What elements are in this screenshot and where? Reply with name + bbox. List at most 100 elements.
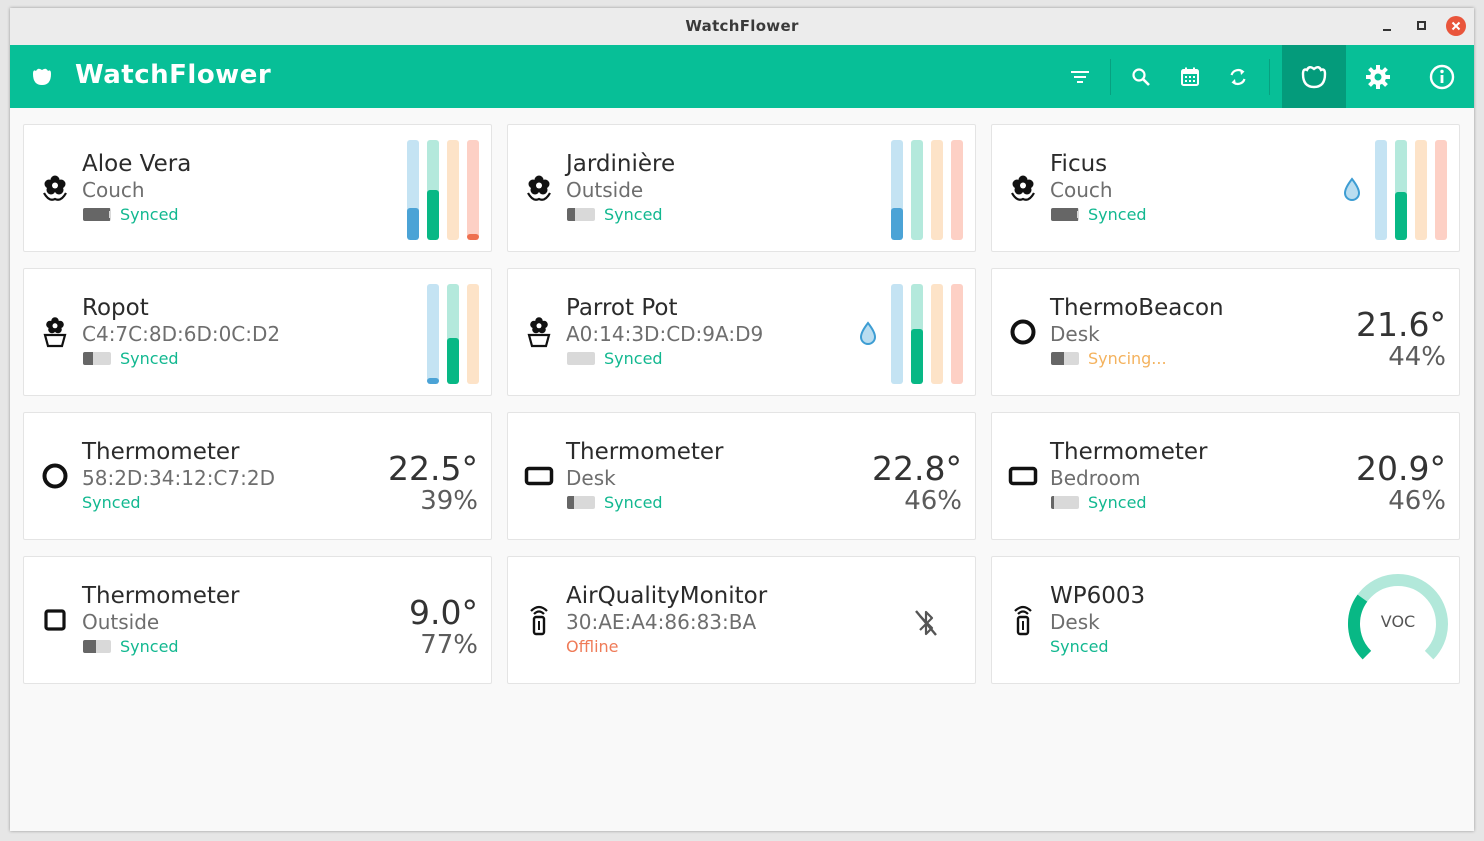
light-bar (951, 140, 963, 240)
device-name: Jardinière (566, 151, 676, 177)
temperature-bar (931, 140, 943, 240)
close-button[interactable] (1446, 16, 1466, 36)
sync-status: Synced (120, 349, 179, 368)
calendar-icon (1181, 67, 1199, 86)
sync-status: Synced (604, 493, 663, 512)
gauge-label: VOC (1380, 612, 1416, 631)
settings-button[interactable] (1354, 45, 1402, 108)
water-bar (407, 140, 419, 240)
device-name: Ropot (82, 295, 149, 321)
device-name: Aloe Vera (82, 151, 192, 177)
minimize-button[interactable] (1378, 16, 1398, 36)
maximize-icon (1417, 21, 1426, 30)
sync-status: Syncing... (1088, 349, 1167, 368)
humidity-value: 46% (904, 486, 962, 516)
device-name: Thermometer (1050, 439, 1208, 465)
search-icon (1132, 67, 1150, 86)
device-name: Thermometer (82, 583, 240, 609)
fertility-bar (427, 140, 439, 240)
sync-icon (1230, 68, 1246, 85)
device-card[interactable]: ThermoBeacon Desk Syncing... 21.6° 44% (991, 268, 1460, 396)
rect-thermometer-icon (1008, 461, 1038, 491)
device-name: ThermoBeacon (1050, 295, 1224, 321)
device-location: Outside (82, 610, 160, 634)
sync-button[interactable] (1214, 45, 1262, 108)
flower-icon (524, 173, 554, 203)
device-location: C4:7C:8D:6D:0C:D2 (82, 322, 281, 346)
sync-status: Synced (1088, 493, 1147, 512)
maximize-button[interactable] (1412, 16, 1432, 36)
device-name: Thermometer (566, 439, 724, 465)
device-location: Desk (1050, 610, 1100, 634)
sync-status: Synced (604, 205, 663, 224)
temperature-value: 21.6° (1356, 305, 1446, 344)
device-card[interactable]: AirQualityMonitor 30:AE:A4:86:83:BA Offlin… (507, 556, 976, 684)
sensor-bars (1375, 140, 1447, 240)
flower-pot-icon (524, 317, 554, 348)
sync-status: Synced (1088, 205, 1147, 224)
device-location: Couch (82, 178, 145, 202)
humidity-value: 77% (420, 630, 478, 660)
air-monitor-icon (1008, 605, 1038, 636)
device-card[interactable]: Aloe Vera Couch Synced (23, 124, 492, 252)
device-card[interactable]: Jardinière Outside Synced (507, 124, 976, 252)
app-window: WatchFlower WatchFlower Aloe Vera Couch … (10, 8, 1474, 831)
ring-icon (40, 461, 70, 491)
sync-status: Synced (1050, 637, 1109, 656)
water-bar (427, 284, 439, 384)
gear-icon (1366, 64, 1390, 89)
search-button[interactable] (1117, 45, 1165, 108)
device-card[interactable]: Thermometer Bedroom Synced 20.9° 46% (991, 412, 1460, 540)
close-icon (1451, 21, 1461, 31)
plants-icon (1301, 65, 1327, 88)
sensor-bars (891, 284, 963, 384)
sync-status: Synced (120, 637, 179, 656)
light-bar (951, 284, 963, 384)
battery-icon (567, 352, 595, 365)
filter-button[interactable] (1056, 45, 1104, 108)
device-name: Ficus (1050, 151, 1108, 177)
sensor-bars (407, 140, 479, 240)
sync-status: Offline (566, 637, 619, 656)
sensor-bars (891, 140, 963, 240)
battery-icon (83, 640, 111, 653)
device-card[interactable]: Thermometer Desk Synced 22.8° 46% (507, 412, 976, 540)
temperature-value: 22.5° (388, 449, 478, 488)
device-location: Desk (566, 466, 616, 490)
humidity-value: 39% (420, 486, 478, 516)
sensor-bars (427, 284, 479, 384)
plants-button[interactable] (1282, 45, 1346, 108)
fertility-bar (447, 284, 459, 384)
flower-pot-icon (40, 317, 70, 348)
device-card[interactable]: Thermometer Outside Synced 9.0° 77% (23, 556, 492, 684)
device-card[interactable]: Thermometer 58:2D:34:12:C7:2D Synced 22.5° 3… (23, 412, 492, 540)
temperature-bar (447, 140, 459, 240)
fertility-bar (911, 284, 923, 384)
bluetooth-off-icon (912, 607, 940, 639)
app-name: WatchFlower (75, 60, 272, 90)
rect-thermometer-icon (524, 461, 554, 491)
window-title: WatchFlower (685, 17, 799, 35)
device-card[interactable]: Ficus Couch Synced (991, 124, 1460, 252)
temperature-value: 22.8° (872, 449, 962, 488)
water-bar (891, 140, 903, 240)
water-bar (891, 284, 903, 384)
device-name: Parrot Pot (566, 295, 678, 321)
square-thermometer-icon (40, 605, 70, 635)
flower-icon (1008, 173, 1038, 203)
device-card[interactable]: Parrot Pot A0:14:3D:CD:9A:D9 Synced (507, 268, 976, 396)
sync-status: Synced (82, 493, 141, 512)
info-button[interactable] (1418, 45, 1466, 108)
device-location: 58:2D:34:12:C7:2D (82, 466, 275, 490)
app-header: WatchFlower (10, 45, 1474, 108)
device-location: Desk (1050, 322, 1100, 346)
minimize-icon (1383, 29, 1391, 31)
header-separator (1110, 59, 1111, 95)
device-card[interactable]: Ropot C4:7C:8D:6D:0C:D2 Synced (23, 268, 492, 396)
title-bar: WatchFlower (10, 8, 1474, 46)
calendar-button[interactable] (1166, 45, 1214, 108)
light-bar (1435, 140, 1447, 240)
device-location: A0:14:3D:CD:9A:D9 (566, 322, 764, 346)
battery-icon (1051, 496, 1079, 509)
device-card[interactable]: WP6003 Desk Synced VOC (991, 556, 1460, 684)
